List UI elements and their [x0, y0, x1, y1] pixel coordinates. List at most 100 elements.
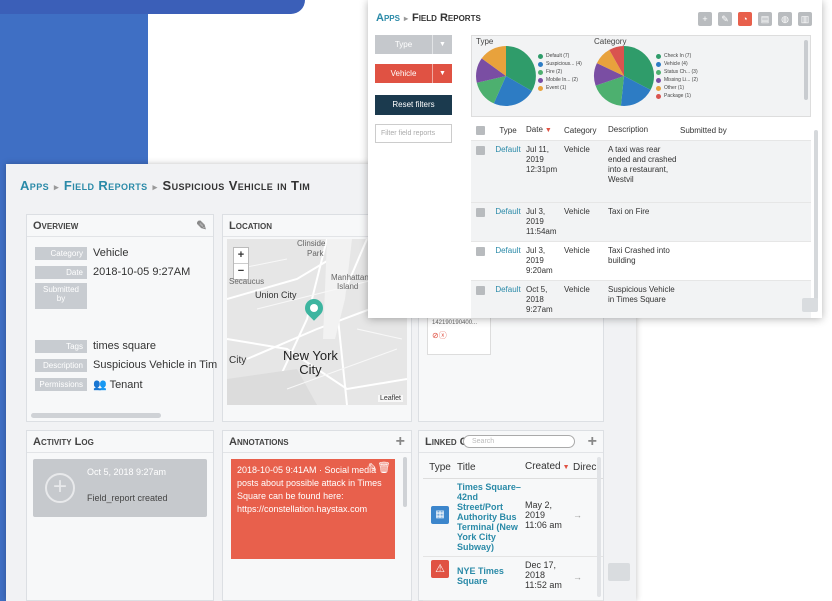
- chevron-right-icon: ▸: [152, 182, 158, 192]
- group-icon: 👥: [93, 379, 110, 391]
- col-date[interactable]: Date ▼: [526, 125, 564, 136]
- col-type[interactable]: Type: [490, 126, 526, 135]
- cloud-icon[interactable]: [608, 563, 630, 581]
- map-label: Park: [307, 249, 324, 258]
- linked-row[interactable]: ▦ Times Square–42nd Street/Port Authorit…: [423, 479, 603, 557]
- row-select-cell: [471, 285, 490, 315]
- legend-item[interactable]: Missing Li... (2): [656, 76, 698, 84]
- report-description: A taxi was rear ended and crashed into a…: [608, 145, 677, 184]
- edit-delete-icons[interactable]: ✎🗑: [368, 462, 391, 475]
- report-row[interactable]: Default Jul 3, 2019 11:54am Vehicle Taxi…: [471, 202, 811, 241]
- row-select-cell: [471, 246, 490, 276]
- col-title[interactable]: Title: [457, 462, 521, 473]
- report-description: Taxi Crashed into building: [608, 246, 670, 265]
- linked-row[interactable]: ⚠ NYE Times Square Dec 17, 2018 11:52 am…: [423, 557, 603, 601]
- legend-item[interactable]: Vehicle (4): [656, 60, 698, 68]
- map-icon[interactable]: ◍: [778, 12, 792, 26]
- type-pie-chart[interactable]: [474, 44, 538, 108]
- overview-key: Category: [35, 247, 87, 260]
- report-row[interactable]: Default Jul 11, 2019 12:31pm Vehicle A t…: [471, 140, 811, 202]
- legend-item[interactable]: Package (1): [656, 92, 698, 100]
- permissions-value: Tenant: [109, 379, 143, 391]
- overview-key: Date: [35, 266, 87, 279]
- charts-scrollbar[interactable]: [804, 40, 808, 100]
- report-type-link[interactable]: Default: [490, 145, 526, 198]
- category-pie-chart[interactable]: [592, 44, 656, 108]
- category-legend: Check In (7) Vehicle (4) Status Ch... (3…: [656, 52, 698, 100]
- report-description: Suspicious Vehicle in Times Square: [608, 285, 675, 304]
- legend-label: Check In (7): [664, 53, 692, 59]
- add-circle-icon[interactable]: +: [45, 473, 75, 503]
- pie-chart-icon[interactable]: ◔: [738, 12, 752, 26]
- map-label: Manhattan: [331, 273, 369, 282]
- report-submitted-by: [680, 285, 780, 315]
- row-checkbox[interactable]: [476, 146, 485, 155]
- legend-item[interactable]: Status Ch... (3): [656, 68, 698, 76]
- select-all-checkbox[interactable]: [476, 126, 485, 135]
- linked-title-link[interactable]: Times Square–42nd Street/Port Authority …: [457, 482, 521, 553]
- legend-swatch: [656, 93, 661, 99]
- linked-scrollbar[interactable]: [597, 457, 601, 597]
- map-city-line: New York: [283, 348, 338, 363]
- edit-pencil-icon[interactable]: ✎: [196, 215, 207, 237]
- filter-reports-input[interactable]: Filter field reports: [375, 124, 452, 143]
- report-type-link[interactable]: Default: [490, 246, 526, 276]
- legend-item[interactable]: Default (7): [538, 52, 582, 60]
- legend-item[interactable]: Mobile In... (2): [538, 76, 582, 84]
- legend-label: Package (1): [664, 93, 691, 99]
- report-row[interactable]: Default Oct 5, 2018 9:27am Vehicle Suspi…: [471, 280, 811, 318]
- report-submitted-by: [680, 207, 780, 237]
- col-type[interactable]: Type: [423, 462, 457, 473]
- col-created[interactable]: Created ▼: [521, 462, 570, 473]
- annotations-scrollbar[interactable]: [403, 457, 407, 507]
- legend-item[interactable]: Suspicious... (4): [538, 60, 582, 68]
- reports-scrollbar[interactable]: [814, 130, 818, 300]
- map-label: Secaucus: [229, 277, 265, 286]
- add-plus-icon[interactable]: +: [588, 431, 597, 453]
- add-icon[interactable]: +: [698, 12, 712, 26]
- type-cell: ⚠: [423, 560, 457, 597]
- col-direction[interactable]: Direc: [569, 462, 599, 473]
- row-checkbox[interactable]: [476, 286, 485, 295]
- legend-item[interactable]: Other (1): [656, 84, 698, 92]
- report-row[interactable]: Default Jul 3, 2019 9:20am Vehicle Taxi …: [471, 241, 811, 280]
- category-filter-label: Vehicle: [390, 69, 417, 78]
- legend-item[interactable]: Fire (2): [538, 68, 582, 76]
- breadcrumb-field-reports[interactable]: Field Reports: [64, 178, 148, 193]
- reports-table-header: Type Date ▼ Category Description Submitte…: [471, 120, 811, 140]
- breadcrumb-apps[interactable]: Apps: [376, 12, 400, 24]
- col-description[interactable]: Description: [608, 125, 680, 135]
- row-checkbox[interactable]: [476, 208, 485, 217]
- overview-row-permissions: Permissions 👥 Tenant: [35, 378, 143, 391]
- map-attribution[interactable]: Leaflet: [377, 395, 403, 402]
- linked-search-input[interactable]: Search: [463, 435, 575, 448]
- type-filter-select[interactable]: Type ▼: [375, 35, 452, 54]
- direction-arrow-icon: →: [573, 510, 582, 520]
- legend-item[interactable]: Check In (7): [656, 52, 698, 60]
- overview-scrollbar[interactable]: [31, 413, 161, 418]
- legend-item[interactable]: Event (1): [538, 84, 582, 92]
- report-type-link[interactable]: Default: [490, 207, 526, 237]
- report-type-link[interactable]: Default: [490, 285, 526, 315]
- linked-created: May 2, 2019 11:06 am: [525, 500, 562, 530]
- attachment-action-icons[interactable]: ⊘ⓧ: [432, 330, 486, 341]
- breadcrumb-apps[interactable]: Apps: [20, 178, 49, 193]
- linked-title: Linked C: [425, 436, 468, 448]
- attachment-card[interactable]: 142190190400... ⊘ⓧ: [427, 315, 491, 355]
- overview-header: Overview ✎: [27, 215, 213, 237]
- overview-row-category: Category Vehicle: [35, 247, 128, 260]
- reset-filters-button[interactable]: Reset filters: [375, 95, 452, 115]
- add-plus-icon[interactable]: +: [396, 431, 405, 453]
- cloud-icon[interactable]: [802, 298, 818, 312]
- export-icon[interactable]: ▥: [798, 12, 812, 26]
- chevron-down-icon: ▼: [432, 35, 452, 54]
- zoom-in-button[interactable]: +: [234, 248, 248, 263]
- col-submitted-by[interactable]: Submitted by: [680, 126, 780, 135]
- print-icon[interactable]: ▤: [758, 12, 772, 26]
- row-checkbox[interactable]: [476, 247, 485, 256]
- category-filter-select[interactable]: Vehicle ▼: [375, 64, 452, 83]
- wrench-icon[interactable]: ✎: [718, 12, 732, 26]
- col-category[interactable]: Category: [564, 126, 608, 135]
- linked-title-link[interactable]: NYE Times Square: [457, 560, 521, 597]
- overview-value: Vehicle: [93, 247, 129, 259]
